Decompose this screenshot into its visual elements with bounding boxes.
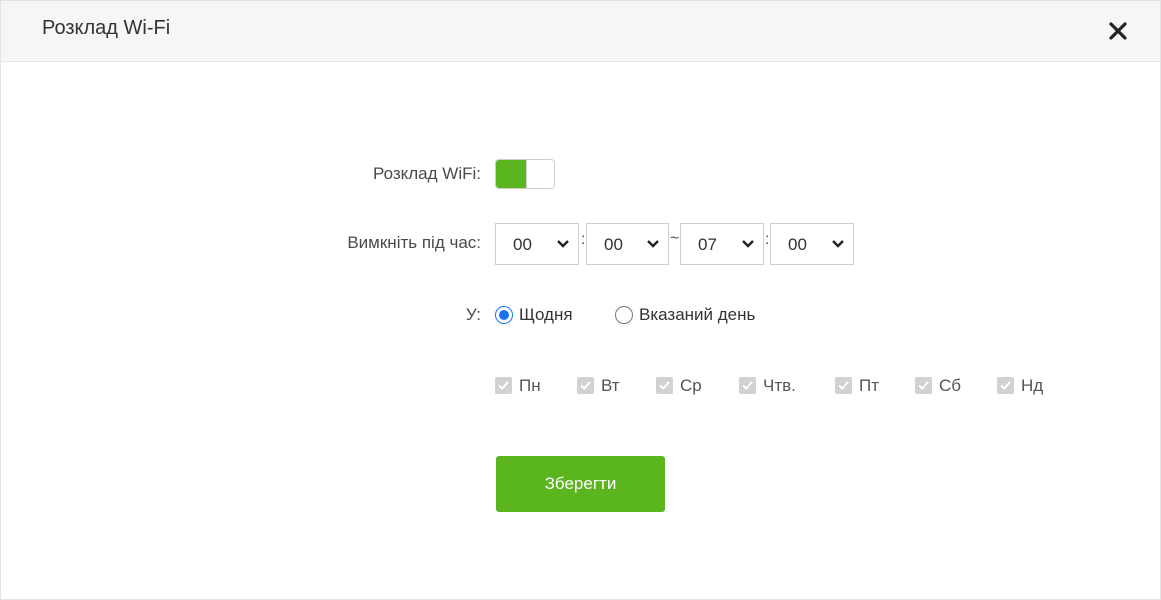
day-checkbox-thu[interactable] xyxy=(739,377,756,394)
close-icon xyxy=(1109,22,1127,40)
start-hour-select[interactable]: 00 xyxy=(495,223,579,265)
day-label-wed: Ср xyxy=(680,376,702,395)
chevron-down-icon xyxy=(647,240,659,248)
schedule-toggle[interactable] xyxy=(495,159,555,189)
radio-daily[interactable] xyxy=(495,306,513,324)
day-label-mon: Пн xyxy=(519,376,541,395)
chevron-down-icon xyxy=(742,240,754,248)
checkmark-icon xyxy=(742,381,753,390)
toggle-knob xyxy=(526,160,554,188)
time-colon: : xyxy=(765,231,770,248)
start-minute-select[interactable]: 00 xyxy=(586,223,669,265)
toggle-on-indicator xyxy=(496,160,526,188)
end-hour-select[interactable]: 07 xyxy=(680,223,764,265)
checkmark-icon xyxy=(918,381,929,390)
save-button[interactable]: Зберегти xyxy=(496,456,665,512)
day-checkbox-wed[interactable] xyxy=(656,377,673,394)
close-button[interactable] xyxy=(1103,16,1133,46)
checkmark-icon xyxy=(1000,381,1011,390)
day-label-thu: Чтв. xyxy=(763,376,796,395)
checkmark-icon xyxy=(580,381,591,390)
checkmark-icon xyxy=(659,381,670,390)
radio-daily-label[interactable]: Щодня xyxy=(519,305,573,325)
radio-specific-day[interactable] xyxy=(615,306,633,324)
wifi-schedule-dialog: Розклад Wi-Fi Розклад WiFi: Вимкніть під… xyxy=(0,0,1161,600)
schedule-label: Розклад WiFi: xyxy=(372,164,481,183)
day-checkbox-tue[interactable] xyxy=(577,377,594,394)
day-checkbox-sun[interactable] xyxy=(997,377,1014,394)
checkmark-icon xyxy=(498,381,509,390)
chevron-down-icon xyxy=(832,240,844,248)
range-separator: ~ xyxy=(670,230,680,247)
start-minute-value: 00 xyxy=(604,235,623,254)
day-checkbox-mon[interactable] xyxy=(495,377,512,394)
save-button-label: Зберегти xyxy=(544,474,617,493)
day-label-fri: Пт xyxy=(859,376,880,395)
dialog-header: Розклад Wi-Fi xyxy=(1,1,1160,62)
dialog-title: Розклад Wi-Fi xyxy=(42,17,171,39)
radio-specific-day-label[interactable]: Вказаний день xyxy=(639,305,755,325)
end-hour-value: 07 xyxy=(698,235,717,254)
time-colon: : xyxy=(581,231,586,248)
checkmark-icon xyxy=(838,381,849,390)
day-label-sun: Нд xyxy=(1021,376,1044,395)
day-label-sat: Сб xyxy=(939,376,962,395)
day-checkbox-sat[interactable] xyxy=(915,377,932,394)
chevron-down-icon xyxy=(557,240,569,248)
day-label-tue: Вт xyxy=(601,376,620,395)
day-checkbox-fri[interactable] xyxy=(835,377,852,394)
start-hour-value: 00 xyxy=(513,235,532,254)
repeat-label: У: xyxy=(465,305,481,324)
end-minute-select[interactable]: 00 xyxy=(770,223,854,265)
time-label: Вимкніть під час: xyxy=(347,233,481,252)
end-minute-value: 00 xyxy=(788,235,807,254)
